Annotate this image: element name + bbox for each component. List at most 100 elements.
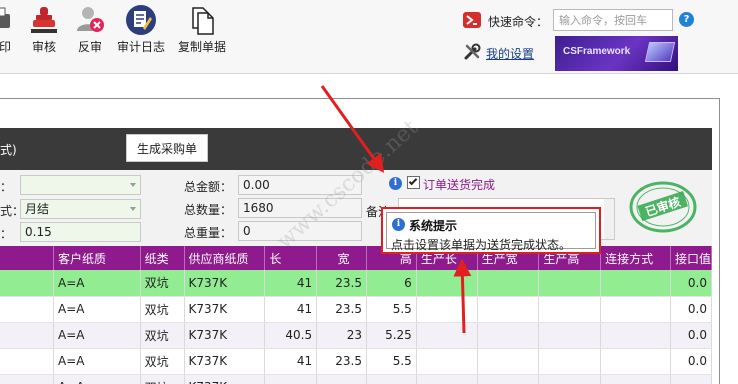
generate-po-button[interactable]: 生成采购单	[126, 134, 208, 162]
grid-cell[interactable]: 23.5	[316, 270, 367, 297]
detail-grid: 客户纸质 纸类 供应商纸质 长 宽 高 生产长 生产宽 生产高 连接方式 接口值…	[0, 246, 712, 384]
grid-cell[interactable]	[600, 374, 671, 384]
print-button[interactable]: 印	[0, 2, 12, 58]
table-row[interactable]: A=A 双坑 K737K 41 23.5 5.5 0.0	[0, 348, 712, 375]
grid-cell[interactable]: 双坑	[140, 270, 185, 297]
grid-header-cell[interactable]: 客户纸质	[53, 246, 141, 270]
grid-cell[interactable]: K737K	[184, 348, 266, 375]
grid-cell[interactable]: 41	[264, 270, 318, 297]
grid-cell[interactable]: A=A	[53, 296, 141, 323]
grid-cell[interactable]: 双坑	[140, 374, 185, 384]
grid-cell[interactable]	[600, 348, 671, 375]
grid-cell[interactable]	[366, 374, 417, 384]
grid-cell[interactable]: 0.0	[670, 296, 712, 323]
grid-cell[interactable]	[416, 270, 478, 297]
remark-scrollbar[interactable]	[604, 199, 614, 239]
grid-cell[interactable]: A=A	[53, 374, 141, 384]
unapprove-button[interactable]: 反审	[70, 2, 110, 58]
check-mark-icon	[408, 176, 418, 186]
table-row[interactable]: A=A 双坑 K737K 41 23.5 5.5 0.0	[0, 296, 712, 323]
row-indicator-cell[interactable]	[0, 374, 54, 384]
audit-log-button[interactable]: 审计日志	[114, 2, 168, 58]
grid-cell[interactable]	[538, 296, 602, 323]
grid-cell[interactable]	[477, 322, 540, 349]
grid-header-cell[interactable]: 连接方式	[600, 246, 671, 270]
copy-document-button[interactable]: 复制单据	[174, 2, 230, 58]
grid-cell[interactable]: 23.5	[316, 296, 367, 323]
table-row[interactable]: A=A 双坑 K737K 40.5 23 5.25 0.0	[0, 322, 712, 349]
grid-cell[interactable]	[600, 296, 671, 323]
info-icon: i	[392, 218, 405, 231]
grid-cell[interactable]: 5.5	[366, 348, 417, 375]
grid-header-row: 客户纸质 纸类 供应商纸质 长 宽 高 生产长 生产宽 生产高 连接方式 接口值	[0, 246, 712, 270]
detail-table: 客户纸质 纸类 供应商纸质 长 宽 高 生产长 生产宽 生产高 连接方式 接口值…	[0, 246, 712, 384]
table-row[interactable]: A=A 双坑 K737K 41 23.5 6 0.0	[0, 270, 712, 297]
grid-cell[interactable]: 双坑	[140, 296, 185, 323]
grid-cell[interactable]	[416, 374, 478, 384]
my-settings-link[interactable]: 我的设置	[486, 45, 534, 62]
grid-cell[interactable]: K737K	[184, 322, 266, 349]
grid-cell[interactable]	[477, 270, 540, 297]
field1-select[interactable]	[20, 175, 141, 195]
quick-command-input[interactable]	[553, 9, 673, 31]
rate-field[interactable]: 0.15	[20, 222, 141, 242]
approved-stamp: 已审核	[629, 181, 697, 233]
grid-cell[interactable]: 5.5	[366, 296, 417, 323]
row-indicator-cell[interactable]	[0, 322, 54, 349]
grid-cell[interactable]	[316, 374, 367, 384]
grid-cell[interactable]	[670, 374, 712, 384]
grid-cell[interactable]: 0.0	[670, 348, 712, 375]
grid-cell[interactable]	[538, 348, 602, 375]
grid-cell[interactable]	[600, 322, 671, 349]
table-row[interactable]: A=A双坑K737K	[0, 374, 712, 384]
grid-cell[interactable]: 6	[366, 270, 417, 297]
grid-cell[interactable]	[538, 270, 602, 297]
grid-cell[interactable]	[264, 374, 318, 384]
grid-cell[interactable]	[477, 374, 540, 384]
grid-cell[interactable]: K737K	[184, 374, 266, 384]
unapprove-icon	[77, 7, 104, 32]
grid-cell[interactable]: 23.5	[316, 348, 367, 375]
row-indicator-cell[interactable]	[0, 270, 54, 297]
payment-method-select[interactable]: 月结	[20, 199, 141, 219]
approve-stamp-icon	[31, 7, 57, 33]
grid-cell[interactable]	[416, 296, 478, 323]
grid-cell[interactable]: A=A	[53, 348, 141, 375]
grid-header-cell[interactable]: 接口值	[670, 246, 712, 270]
rate-value: 0.15	[25, 225, 52, 239]
grid-cell[interactable]: 5.25	[366, 322, 417, 349]
grid-header-cell[interactable]	[0, 246, 54, 270]
system-tooltip: i 系统提示 点击设置该单据为送货完成状态。	[381, 207, 601, 254]
grid-cell[interactable]: 23	[316, 322, 367, 349]
grid-cell[interactable]: 41	[264, 348, 318, 375]
row-indicator-cell[interactable]	[0, 348, 54, 375]
grid-cell[interactable]	[416, 348, 478, 375]
grid-cell[interactable]	[416, 322, 478, 349]
grid-cell[interactable]: K737K	[184, 270, 266, 297]
approve-button[interactable]: 审核	[24, 2, 64, 58]
order-delivered-checkbox[interactable]	[407, 176, 420, 189]
grid-cell[interactable]	[600, 270, 671, 297]
order-delivered-label[interactable]: 订单送货完成	[423, 176, 495, 193]
grid-header-cell[interactable]: 纸类	[140, 246, 185, 270]
grid-cell[interactable]: 0.0	[670, 270, 712, 297]
grid-cell[interactable]	[477, 348, 540, 375]
grid-cell[interactable]	[538, 322, 602, 349]
field1-label: ：	[0, 180, 13, 194]
grid-cell[interactable]	[477, 296, 540, 323]
grid-cell[interactable]	[538, 374, 602, 384]
grid-cell[interactable]: 双坑	[140, 348, 185, 375]
grid-cell[interactable]: 40.5	[264, 322, 318, 349]
help-icon[interactable]: ?	[679, 12, 694, 27]
grid-header-cell[interactable]: 宽	[316, 246, 367, 270]
grid-cell[interactable]: 双坑	[140, 322, 185, 349]
info-icon[interactable]: i	[389, 177, 402, 190]
row-indicator-cell[interactable]	[0, 296, 54, 323]
grid-cell[interactable]: K737K	[184, 296, 266, 323]
grid-cell[interactable]: A=A	[53, 270, 141, 297]
grid-cell[interactable]: 0.0	[670, 322, 712, 349]
grid-header-cell[interactable]: 长	[264, 246, 318, 270]
grid-cell[interactable]: 41	[264, 296, 318, 323]
grid-cell[interactable]: A=A	[53, 322, 141, 349]
grid-header-cell[interactable]: 供应商纸质	[184, 246, 266, 270]
